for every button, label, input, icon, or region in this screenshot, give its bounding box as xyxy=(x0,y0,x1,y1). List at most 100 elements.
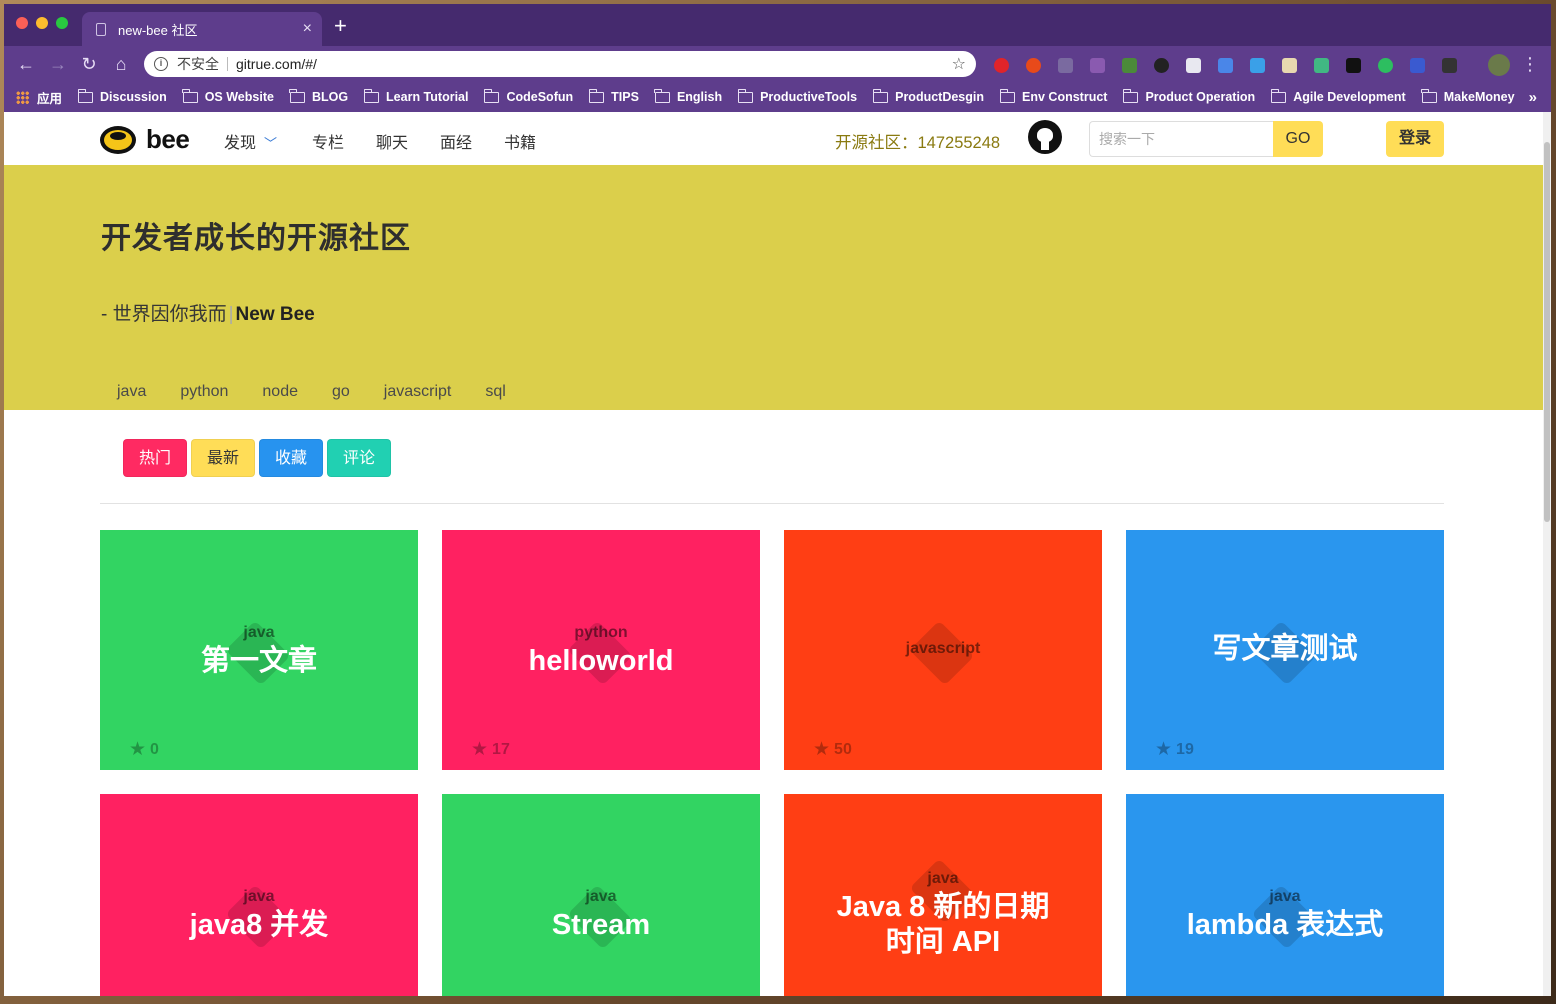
filter-comment-button[interactable]: 评论 xyxy=(327,439,392,477)
star-count-value: 19 xyxy=(1176,740,1194,758)
bookmark-label: Discussion xyxy=(100,90,167,104)
home-icon[interactable]: ⌂ xyxy=(111,54,131,74)
article-title[interactable]: helloworld xyxy=(442,644,760,679)
info-icon[interactable]: i xyxy=(154,57,168,71)
forward-icon[interactable]: → xyxy=(48,54,68,74)
hero-tag-link[interactable]: python xyxy=(180,383,228,401)
site-logo[interactable]: bee xyxy=(100,124,190,155)
back-icon[interactable]: ← xyxy=(16,54,36,74)
tab-title: new-bee 社区 xyxy=(118,22,198,38)
profile-avatar[interactable] xyxy=(1488,54,1510,76)
hero-tag-link[interactable]: sql xyxy=(485,383,505,401)
hero-title: 开发者成长的开源社区 xyxy=(101,222,411,255)
hero-subtitle-prefix: - 世界因你我而 xyxy=(101,304,227,325)
star-icon: ★ xyxy=(813,739,831,760)
hero-tag-link[interactable]: javascript xyxy=(384,383,452,401)
nav-discover[interactable]: 发现 ﹀ xyxy=(224,129,277,153)
article-card[interactable]: java Java 8 新的日期 时间 API xyxy=(784,794,1102,996)
extension-icon[interactable] xyxy=(1122,58,1137,73)
extension-icon[interactable] xyxy=(1282,58,1297,73)
login-button[interactable]: 登录 xyxy=(1386,121,1444,157)
extension-icon[interactable] xyxy=(1442,58,1457,73)
bookmark-item[interactable]: Discussion xyxy=(77,88,167,104)
nav-column[interactable]: 专栏 xyxy=(312,129,344,153)
hero-tag-link[interactable]: node xyxy=(262,383,298,401)
article-card[interactable]: python helloworld ★ 17 xyxy=(442,530,760,770)
bookmark-item[interactable]: CodeSofun xyxy=(483,88,573,104)
extension-icon[interactable] xyxy=(1090,58,1105,73)
bookmark-item[interactable]: Env Construct xyxy=(999,88,1107,104)
nav-interview[interactable]: 面经 xyxy=(440,129,472,153)
bookmark-item[interactable]: ProductiveTools xyxy=(737,88,857,104)
nav-chat[interactable]: 聊天 xyxy=(376,129,408,153)
star-icon: ★ xyxy=(129,739,147,760)
star-count-value: 50 xyxy=(834,740,852,758)
article-card[interactable]: java lambda 表达式 xyxy=(1126,794,1444,996)
minimize-window-button[interactable] xyxy=(36,17,48,29)
page-scrollbar[interactable] xyxy=(1543,112,1551,996)
extension-icon[interactable] xyxy=(1250,58,1265,73)
bookmarks-more-icon[interactable]: » xyxy=(1529,89,1537,106)
extension-icon[interactable] xyxy=(1026,58,1041,73)
bookmark-item[interactable]: English xyxy=(654,88,722,104)
bookmark-item[interactable]: ProductDesgin xyxy=(872,88,984,104)
filter-buttons: 热门 最新 收藏 评论 xyxy=(123,439,395,477)
bookmark-item[interactable]: MakeMoney xyxy=(1421,88,1515,104)
translate-extension-icon[interactable] xyxy=(1218,58,1233,73)
browser-tab[interactable]: new-bee 社区 × xyxy=(82,12,322,46)
hero-subtitle-separator: | xyxy=(228,304,234,325)
url-text[interactable]: gitrue.com/#/ xyxy=(236,56,317,72)
adblock-extension-icon[interactable] xyxy=(994,58,1009,73)
apps-grid-icon xyxy=(16,90,29,104)
bookmark-item[interactable]: BLOG xyxy=(289,88,348,104)
hero-subtitle: - 世界因你我而 | New Bee xyxy=(101,299,315,326)
article-title[interactable]: Java 8 新的日期 时间 API xyxy=(784,890,1102,960)
article-title[interactable]: 写文章测试 xyxy=(1126,632,1444,667)
article-card[interactable]: java 第一文章 ★ 0 xyxy=(100,530,418,770)
scrollbar-thumb[interactable] xyxy=(1544,142,1550,522)
nav-discover-label: 发现 xyxy=(224,135,257,152)
hero-tag-link[interactable]: go xyxy=(332,383,350,401)
article-title[interactable]: 第一文章 xyxy=(100,644,418,679)
menu-dots-icon[interactable]: ⋮ xyxy=(1520,54,1540,74)
bookmark-item[interactable]: Agile Development xyxy=(1270,88,1406,104)
article-card[interactable]: javascript ★ 50 xyxy=(784,530,1102,770)
vue-devtools-icon[interactable] xyxy=(1314,58,1329,73)
article-card[interactable]: 写文章测试 ★ 19 xyxy=(1126,530,1444,770)
extension-icon[interactable] xyxy=(1154,58,1169,73)
bookmark-item[interactable]: Learn Tutorial xyxy=(363,88,468,104)
address-bar[interactable]: i 不安全 gitrue.com/#/ ☆ xyxy=(144,51,976,77)
extension-icon[interactable] xyxy=(1186,58,1201,73)
chevron-down-icon: ﹀ xyxy=(264,136,278,151)
bookmark-item[interactable]: Product Operation xyxy=(1122,88,1255,104)
filter-favorite-button[interactable]: 收藏 xyxy=(259,439,324,477)
star-count: ★ 50 xyxy=(813,738,852,761)
article-title[interactable]: Stream xyxy=(442,908,760,943)
article-tag: java xyxy=(243,624,275,641)
close-window-button[interactable] xyxy=(16,17,28,29)
article-card[interactable]: java java8 并发 xyxy=(100,794,418,996)
article-card[interactable]: java Stream xyxy=(442,794,760,996)
bookmark-star-icon[interactable]: ☆ xyxy=(952,54,966,74)
extension-icon[interactable] xyxy=(1410,58,1425,73)
reload-icon[interactable]: ↻ xyxy=(79,54,99,74)
bookmark-item[interactable]: OS Website xyxy=(182,88,274,104)
extension-icon[interactable] xyxy=(1058,58,1073,73)
search-go-button[interactable]: GO xyxy=(1273,121,1323,157)
article-title[interactable]: java8 并发 xyxy=(100,908,418,943)
nav-books[interactable]: 书籍 xyxy=(504,129,536,153)
evernote-extension-icon[interactable] xyxy=(1378,58,1393,73)
tab-close-icon[interactable]: × xyxy=(303,21,312,37)
extension-icon[interactable] xyxy=(1346,58,1361,73)
new-tab-button[interactable]: + xyxy=(334,15,347,37)
article-title[interactable]: lambda 表达式 xyxy=(1126,908,1444,943)
filter-hot-button[interactable]: 热门 xyxy=(123,439,188,477)
bookmark-item[interactable]: 应用 xyxy=(16,88,62,107)
search-input[interactable] xyxy=(1089,121,1273,157)
folder-icon xyxy=(1122,88,1139,103)
maximize-window-button[interactable] xyxy=(56,17,68,29)
filter-latest-button[interactable]: 最新 xyxy=(191,439,256,477)
github-icon[interactable] xyxy=(1028,120,1062,154)
bookmark-item[interactable]: TIPS xyxy=(588,88,639,104)
hero-tag-link[interactable]: java xyxy=(117,383,146,401)
